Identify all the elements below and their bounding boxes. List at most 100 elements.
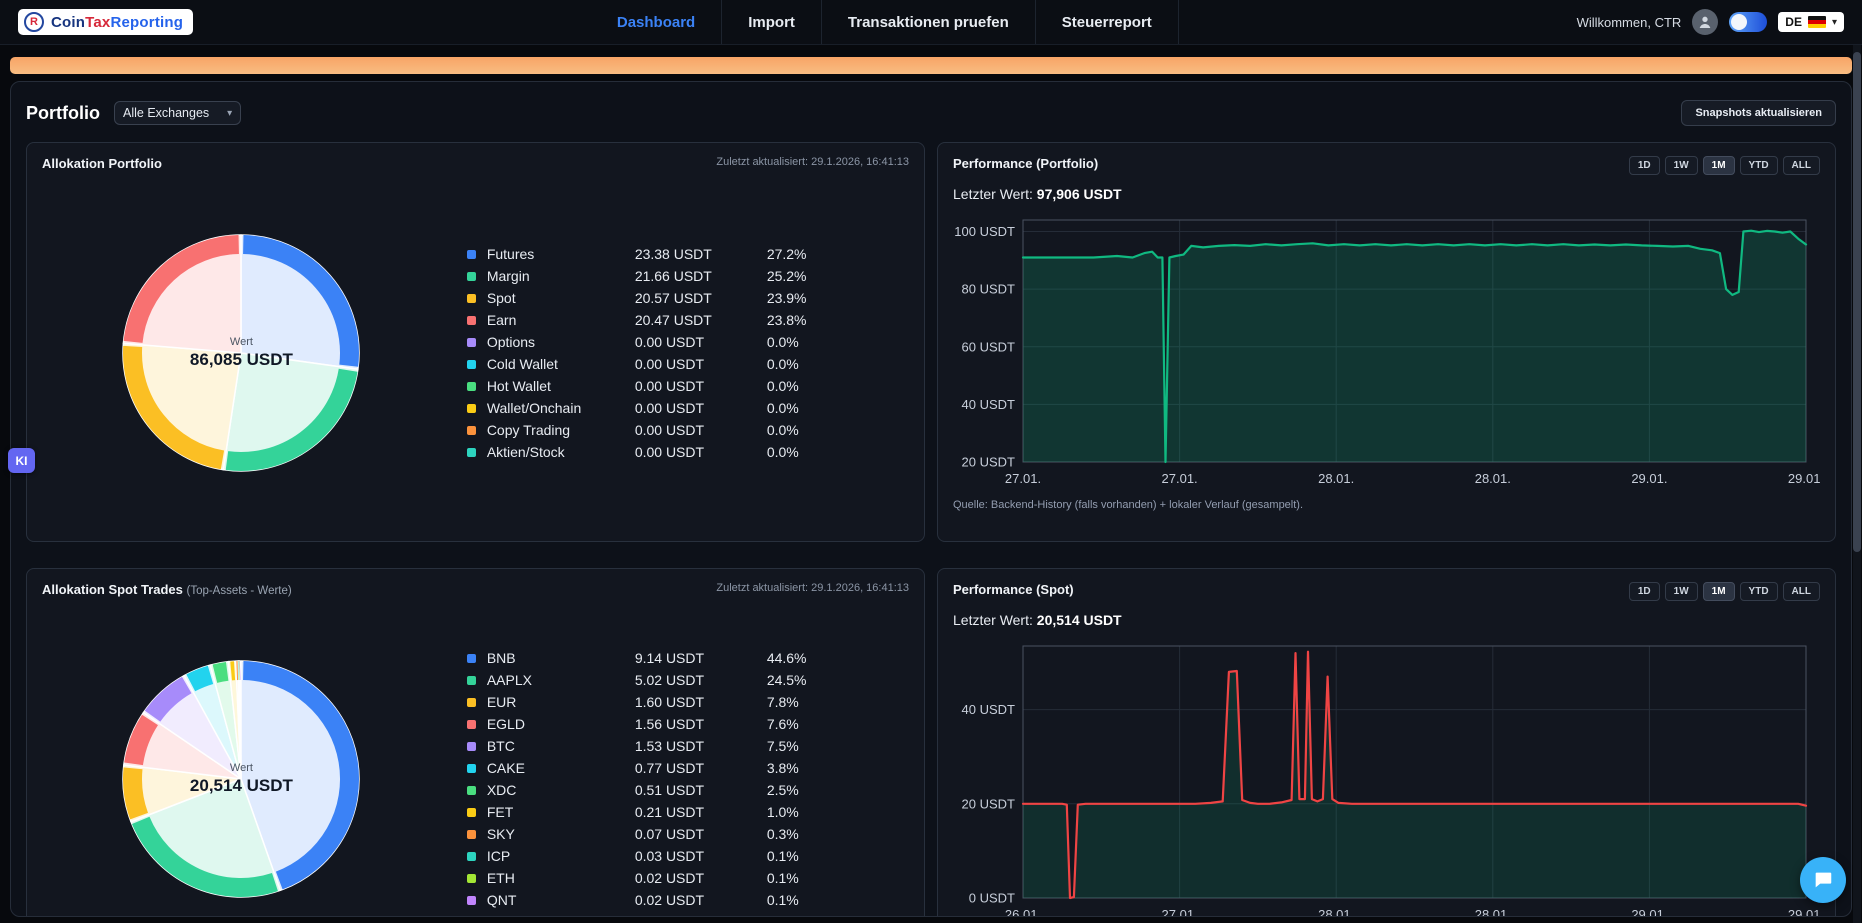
header-right: Willkommen, CTR DE ▾ bbox=[1577, 9, 1844, 35]
svg-text:26.01.: 26.01. bbox=[1005, 907, 1041, 917]
svg-text:29.01.: 29.01. bbox=[1631, 471, 1667, 486]
legend-value: 1.56 USDT bbox=[635, 716, 767, 732]
range-button-ytd[interactable]: YTD bbox=[1740, 582, 1778, 601]
svg-text:27.01.: 27.01. bbox=[1005, 471, 1041, 486]
legend-percent: 2.5% bbox=[767, 782, 827, 798]
dashboard-grid: Allokation Portfolio Zuletzt aktualisier… bbox=[26, 142, 1836, 917]
legend-item: CAKE0.77 USDT3.8% bbox=[467, 757, 889, 779]
exchange-filter-select[interactable]: Alle Exchanges ▾ bbox=[114, 101, 241, 125]
legend-value: 0.21 USDT bbox=[635, 804, 767, 820]
legend-percent: 0.1% bbox=[767, 892, 827, 908]
legend-label: XDC bbox=[487, 782, 635, 798]
theme-toggle[interactable] bbox=[1729, 12, 1767, 32]
legend-color-dot bbox=[467, 426, 476, 435]
legend-item: EGLD1.56 USDT7.6% bbox=[467, 713, 889, 735]
svg-text:40 USDT: 40 USDT bbox=[962, 702, 1016, 717]
range-button-1w[interactable]: 1W bbox=[1665, 582, 1698, 601]
chevron-down-icon: ▾ bbox=[227, 108, 232, 119]
range-button-ytd[interactable]: YTD bbox=[1740, 156, 1778, 175]
legend-color-dot bbox=[467, 382, 476, 391]
brand-logo[interactable]: R CoinTaxReporting bbox=[18, 9, 193, 35]
legend-value: 21.66 USDT bbox=[635, 268, 767, 284]
legend-color-dot bbox=[467, 448, 476, 457]
legend-color-dot bbox=[467, 272, 476, 281]
range-button-1m[interactable]: 1M bbox=[1703, 156, 1735, 175]
accent-gradient-bar bbox=[10, 57, 1852, 74]
legend-value: 9.14 USDT bbox=[635, 650, 767, 666]
legend-percent: 24.5% bbox=[767, 672, 827, 688]
portfolio-toolbar: Portfolio Alle Exchanges ▾ Snapshots akt… bbox=[26, 100, 1836, 126]
legend-value: 1.53 USDT bbox=[635, 738, 767, 754]
last-value-line: Letzter Wert: 97,906 USDT bbox=[953, 186, 1820, 202]
legend-item: Spot20.57 USDT23.9% bbox=[467, 287, 889, 309]
legend-value: 0.00 USDT bbox=[635, 334, 767, 350]
legend-color-dot bbox=[467, 338, 476, 347]
legend-percent: 23.9% bbox=[767, 290, 827, 306]
legend-label: Aktien/Stock bbox=[487, 444, 635, 460]
legend-item: ETH0.02 USDT0.1% bbox=[467, 867, 889, 889]
nav-import[interactable]: Import bbox=[721, 0, 821, 44]
chart-source-note: Quelle: Backend-History (falls vorhanden… bbox=[953, 499, 1820, 511]
snapshots-refresh-button[interactable]: Snapshots aktualisieren bbox=[1681, 100, 1836, 126]
legend-item: Margin21.66 USDT25.2% bbox=[467, 265, 889, 287]
legend-item: Hot Wallet0.00 USDT0.0% bbox=[467, 375, 889, 397]
legend-percent: 0.0% bbox=[767, 378, 827, 394]
legend-value: 0.00 USDT bbox=[635, 356, 767, 372]
legend-label: Earn bbox=[487, 312, 635, 328]
legend-value: 0.07 USDT bbox=[635, 826, 767, 842]
legend-item: BTC1.53 USDT7.5% bbox=[467, 735, 889, 757]
legend-percent: 44.6% bbox=[767, 650, 827, 666]
svg-text:20 USDT: 20 USDT bbox=[962, 455, 1016, 470]
legend-item: Options0.00 USDT0.0% bbox=[467, 331, 889, 353]
legend-label: ICP bbox=[487, 848, 635, 864]
range-button-1w[interactable]: 1W bbox=[1665, 156, 1698, 175]
chat-bubble-button[interactable] bbox=[1800, 857, 1846, 903]
ki-assistant-button[interactable]: KI bbox=[8, 448, 35, 473]
main-panel: Portfolio Alle Exchanges ▾ Snapshots akt… bbox=[10, 81, 1852, 917]
range-button-all[interactable]: ALL bbox=[1783, 156, 1820, 175]
legend-value: 0.51 USDT bbox=[635, 782, 767, 798]
legend-label: Margin bbox=[487, 268, 635, 284]
range-button-all[interactable]: ALL bbox=[1783, 582, 1820, 601]
legend-percent: 7.6% bbox=[767, 716, 827, 732]
last-value-line: Letzter Wert: 20,514 USDT bbox=[953, 612, 1820, 628]
range-button-1d[interactable]: 1D bbox=[1629, 156, 1660, 175]
legend-label: Hot Wallet bbox=[487, 378, 635, 394]
brand-name: CoinTaxReporting bbox=[51, 14, 183, 31]
legend-label: FET bbox=[487, 804, 635, 820]
time-range-buttons: 1D 1W 1M YTD ALL bbox=[1629, 156, 1820, 175]
legend-color-dot bbox=[467, 294, 476, 303]
legend-percent: 0.3% bbox=[767, 826, 827, 842]
language-selector[interactable]: DE ▾ bbox=[1778, 12, 1844, 32]
allocation-spot-card: Allokation Spot Trades (Top-Assets - Wer… bbox=[26, 568, 925, 917]
app-root: R CoinTaxReporting Dashboard Import Tran… bbox=[0, 0, 1862, 923]
legend-item: Cold Wallet0.00 USDT0.0% bbox=[467, 353, 889, 375]
range-button-1d[interactable]: 1D bbox=[1629, 582, 1660, 601]
svg-text:20 USDT: 20 USDT bbox=[962, 796, 1016, 811]
legend-color-dot bbox=[467, 250, 476, 259]
nav-dashboard[interactable]: Dashboard bbox=[591, 0, 721, 44]
legend-value: 0.03 USDT bbox=[635, 848, 767, 864]
card-title: Allokation Spot Trades (Top-Assets - Wer… bbox=[42, 582, 292, 597]
nav-steuerreport[interactable]: Steuerreport bbox=[1035, 0, 1179, 44]
legend-value: 0.00 USDT bbox=[635, 400, 767, 416]
top-nav-bar: R CoinTaxReporting Dashboard Import Tran… bbox=[0, 0, 1862, 45]
legend-value: 20.47 USDT bbox=[635, 312, 767, 328]
legend-label: ETH bbox=[487, 870, 635, 886]
legend-item: Earn20.47 USDT23.8% bbox=[467, 309, 889, 331]
range-button-1m[interactable]: 1M bbox=[1703, 582, 1735, 601]
svg-text:27.01.: 27.01. bbox=[1162, 907, 1198, 917]
legend-value: 1.60 USDT bbox=[635, 694, 767, 710]
legend-percent: 25.2% bbox=[767, 268, 827, 284]
legend-item: Aktien/Stock0.00 USDT0.0% bbox=[467, 441, 889, 463]
svg-text:29.01.: 29.01. bbox=[1631, 907, 1667, 917]
legend-color-dot bbox=[467, 808, 476, 817]
legend-label: Copy Trading bbox=[487, 422, 635, 438]
legend-label: Futures bbox=[487, 246, 635, 262]
nav-transaktionen-pruefen[interactable]: Transaktionen pruefen bbox=[821, 0, 1035, 44]
scrollbar-thumb[interactable] bbox=[1853, 52, 1861, 552]
user-avatar-icon[interactable] bbox=[1692, 9, 1718, 35]
legend-color-dot bbox=[467, 830, 476, 839]
portfolio-pie-chart: Wert 86,085 USDT bbox=[42, 221, 441, 485]
chevron-down-icon: ▾ bbox=[1832, 17, 1837, 28]
